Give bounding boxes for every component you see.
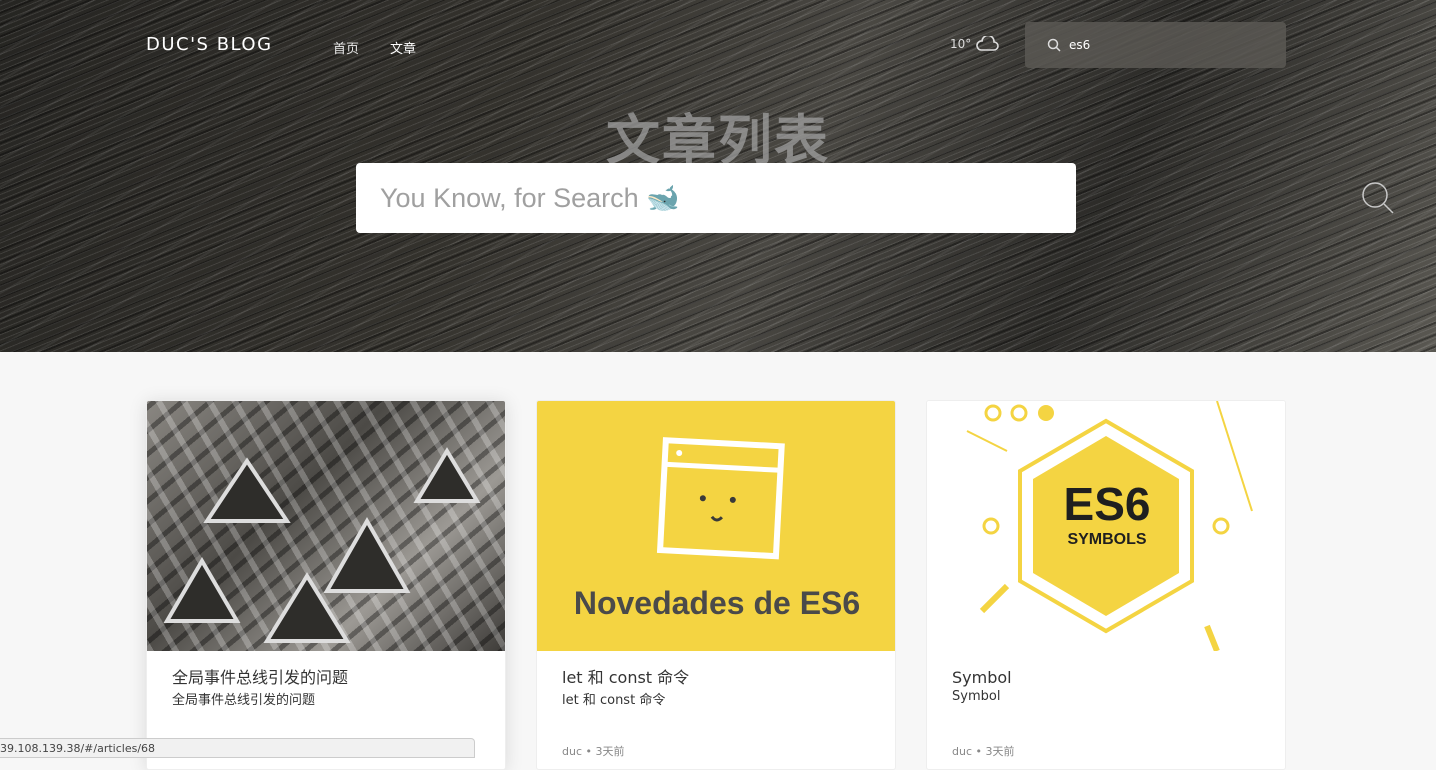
article-card[interactable]: 全局事件总线引发的问题 全局事件总线引发的问题 bbox=[146, 400, 506, 770]
article-meta: duc • 3天前 bbox=[952, 743, 1015, 759]
article-card[interactable]: ES6 SYMBOLS Symbol Symbol duc • 3天前 bbox=[926, 400, 1286, 770]
nav-home-link[interactable]: 首页 bbox=[333, 38, 359, 57]
article-cover-image: Novedades de ES6 bbox=[537, 401, 895, 651]
article-title[interactable]: 全局事件总线引发的问题 bbox=[172, 667, 480, 689]
article-cover-image bbox=[147, 401, 505, 651]
nav-articles-link[interactable]: 文章 bbox=[390, 38, 416, 57]
header-search-box bbox=[1025, 22, 1286, 68]
article-title[interactable]: Symbol bbox=[952, 667, 1260, 689]
article-author[interactable]: duc bbox=[562, 745, 582, 758]
article-cover-image: ES6 SYMBOLS bbox=[927, 401, 1285, 651]
cover-subtitle: SYMBOLS bbox=[1067, 531, 1147, 548]
search-icon[interactable] bbox=[1360, 180, 1396, 216]
main-search-input[interactable] bbox=[380, 182, 980, 214]
stickers-graphic bbox=[163, 447, 481, 643]
cover-title: ES6 bbox=[1063, 478, 1151, 530]
article-meta: duc • 3天前 bbox=[562, 743, 625, 759]
article-time: • 3天前 bbox=[585, 745, 625, 758]
article-summary: Symbol bbox=[952, 689, 1001, 704]
main-search-box bbox=[356, 163, 1394, 233]
top-nav: DUC'S BLOG 首页 文章 10° bbox=[0, 22, 1436, 68]
weather-temp: 10° bbox=[950, 37, 972, 51]
article-summary: let 和 const 命令 bbox=[562, 693, 666, 708]
article-author[interactable]: duc bbox=[952, 745, 972, 758]
weather-widget: 10° bbox=[950, 36, 1000, 52]
article-time: • 3天前 bbox=[975, 745, 1015, 758]
article-card[interactable]: Novedades de ES6 let 和 const 命令 let 和 co… bbox=[536, 400, 896, 770]
cloud-icon bbox=[976, 36, 1000, 51]
header-search-input[interactable] bbox=[1069, 38, 1269, 52]
cover-title: Novedades de ES6 bbox=[573, 585, 861, 621]
site-logo[interactable]: DUC'S BLOG bbox=[146, 34, 273, 55]
article-title[interactable]: let 和 const 命令 bbox=[562, 667, 870, 689]
article-summary: 全局事件总线引发的问题 bbox=[172, 693, 316, 708]
status-bar-url: 39.108.139.38/#/articles/68 bbox=[0, 738, 475, 758]
search-icon bbox=[1047, 38, 1061, 52]
